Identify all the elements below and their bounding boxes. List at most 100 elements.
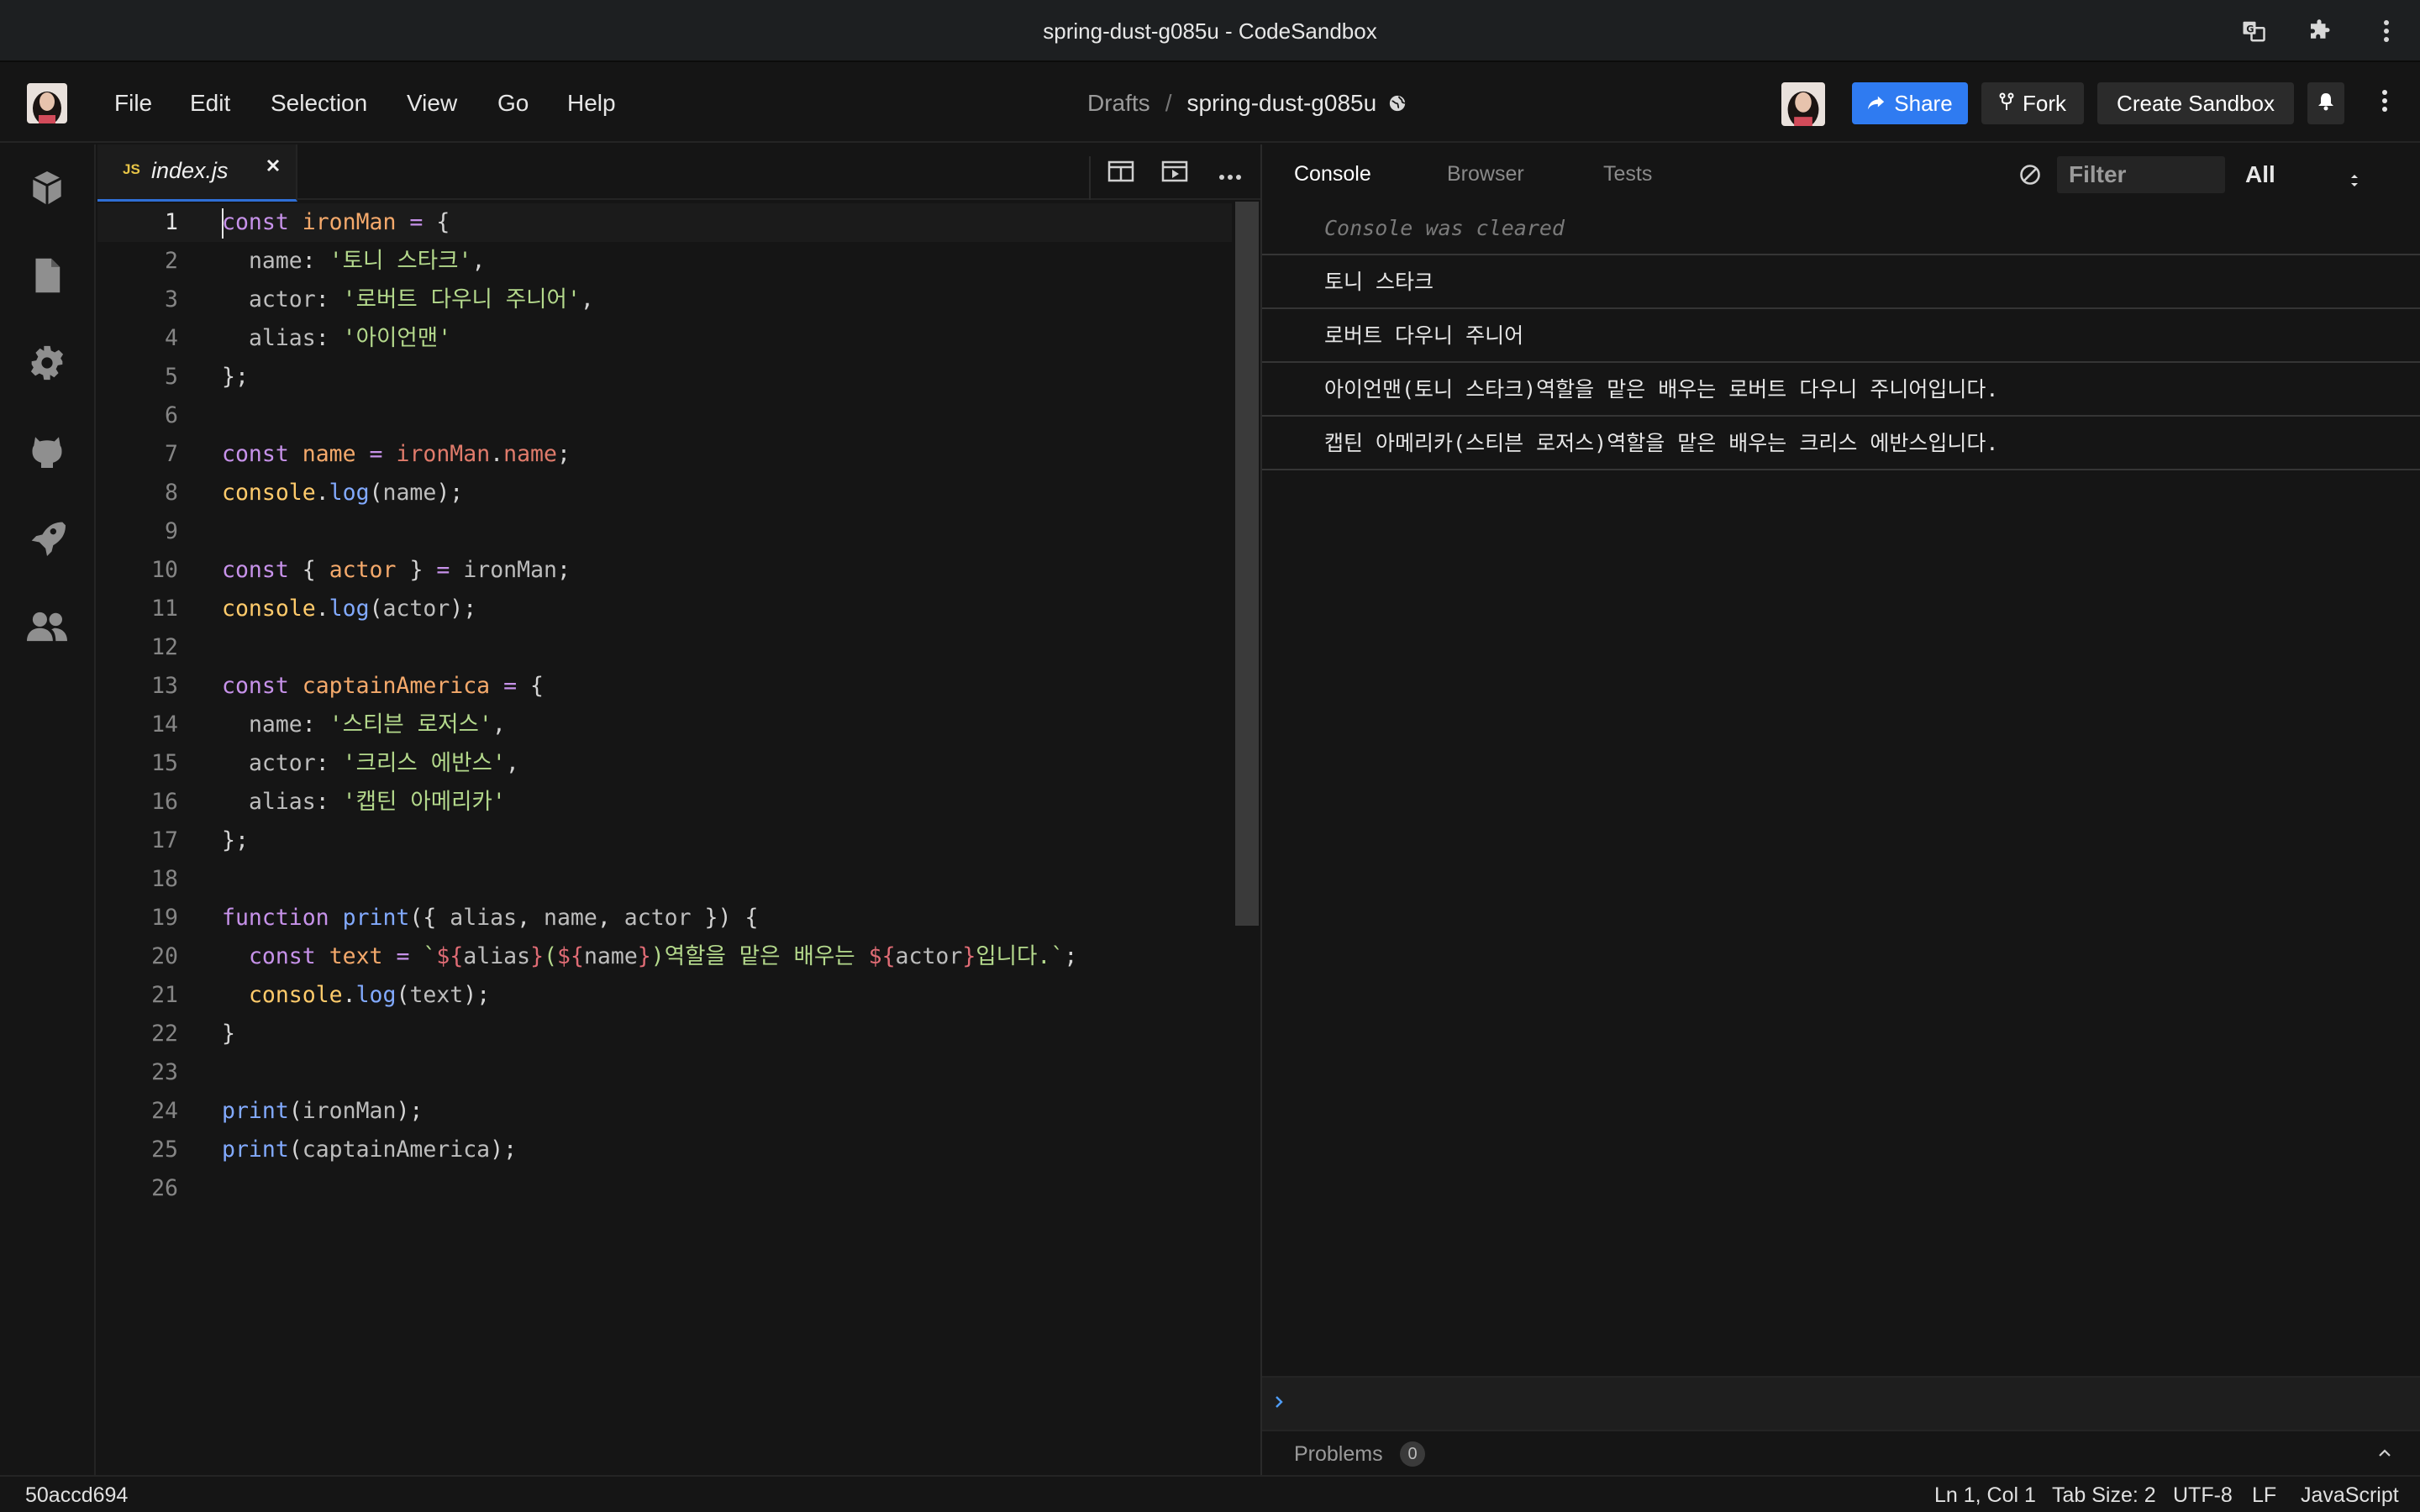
avatar[interactable]: [27, 83, 67, 123]
code-line[interactable]: 14 name: '스티븐 로저스',: [97, 706, 1232, 744]
fork-icon: [1999, 91, 2014, 117]
code-line[interactable]: 4 alias: '아이언맨': [97, 319, 1232, 358]
gear-icon[interactable]: [25, 341, 69, 385]
line-code: const captainAmerica = {: [222, 673, 544, 699]
line-code: print(ironMan);: [222, 1098, 424, 1124]
share-button[interactable]: Share: [1852, 82, 1968, 124]
preview-icon[interactable]: [1161, 160, 1188, 187]
fork-button[interactable]: Fork: [1981, 82, 2084, 124]
tab-console[interactable]: Console: [1294, 144, 1371, 203]
line-number: 25: [151, 1137, 178, 1163]
code-line[interactable]: 26: [97, 1169, 1232, 1208]
code-line[interactable]: 24 print(ironMan);: [97, 1092, 1232, 1131]
github-icon[interactable]: [25, 428, 69, 472]
console-log-row: 캡틴 아메리카(스티븐 로저스)역할을 맡은 배우는 크리스 에반스입니다.: [1262, 417, 2420, 470]
code-line[interactable]: 25 print(captainAmerica);: [97, 1131, 1232, 1169]
menu-selection[interactable]: Selection: [271, 64, 367, 143]
cursor-position[interactable]: Ln 1, Col 1: [1934, 1477, 2036, 1512]
end-of-line[interactable]: LF: [2252, 1477, 2276, 1512]
code-line[interactable]: 6: [97, 396, 1232, 435]
menu-file[interactable]: File: [114, 64, 152, 143]
code-line[interactable]: 3 actor: '로버트 다우니 주니어',: [97, 281, 1232, 319]
file-encoding[interactable]: UTF-8: [2173, 1477, 2233, 1512]
split-editor-icon[interactable]: [1107, 160, 1134, 187]
chevron-up-icon[interactable]: [2376, 1445, 2393, 1466]
menu-edit[interactable]: Edit: [190, 64, 230, 143]
tab-tests[interactable]: Tests: [1603, 144, 1652, 203]
line-number: 13: [151, 673, 178, 699]
code-line[interactable]: 20 const text = `${alias}(${name})역할을 맡은…: [97, 937, 1232, 976]
code-line[interactable]: 17};: [97, 822, 1232, 860]
more-vertical-icon: [2381, 89, 2388, 118]
line-number: 4: [165, 325, 178, 351]
editor-scrollbar[interactable]: [1235, 202, 1259, 926]
code-line[interactable]: 10 const { actor } = ironMan;: [97, 551, 1232, 590]
code-line[interactable]: 15 actor: '크리스 에반스',: [97, 744, 1232, 783]
sandbox-name[interactable]: spring-dust-g085u: [1186, 64, 1376, 143]
translate-icon[interactable]: G: [2237, 14, 2270, 48]
notifications-button[interactable]: [2307, 82, 2344, 124]
menu-go[interactable]: Go: [497, 64, 529, 143]
language-mode[interactable]: JavaScript: [2301, 1477, 2399, 1512]
code-line[interactable]: 12: [97, 628, 1232, 667]
code-line[interactable]: 9: [97, 512, 1232, 551]
line-number: 14: [151, 711, 178, 738]
create-sandbox-button[interactable]: Create Sandbox: [2097, 82, 2294, 124]
breadcrumb-folder[interactable]: Drafts: [1087, 64, 1150, 143]
file-icon[interactable]: [25, 254, 69, 297]
console-input[interactable]: [1262, 1376, 2420, 1430]
problems-count-badge: 0: [1400, 1441, 1425, 1467]
tab-index-js[interactable]: JS index.js: [97, 144, 297, 202]
log-level-select[interactable]: All: [2240, 156, 2366, 193]
tab-size[interactable]: Tab Size: 2: [2052, 1477, 2156, 1512]
commit-hash[interactable]: 50accd694: [25, 1477, 128, 1512]
line-number: 19: [151, 905, 178, 931]
close-icon[interactable]: [266, 158, 281, 177]
code-line[interactable]: 5};: [97, 358, 1232, 396]
code-line[interactable]: 19 function print({ alias, name, actor })…: [97, 899, 1232, 937]
code-line[interactable]: 23: [97, 1053, 1232, 1092]
editor-actions-divider: [1089, 156, 1091, 200]
more-options-button[interactable]: [2368, 82, 2402, 124]
code-line[interactable]: 22}: [97, 1015, 1232, 1053]
line-code: const ironMan = {: [222, 209, 450, 235]
console-log-row: 로버트 다우니 주니어: [1262, 309, 2420, 363]
cube-icon[interactable]: [25, 166, 69, 210]
code-line[interactable]: 7 const name = ironMan.name;: [97, 435, 1232, 474]
line-number: 10: [151, 557, 178, 583]
line-number: 9: [165, 518, 178, 544]
tab-browser[interactable]: Browser: [1447, 144, 1524, 203]
rocket-icon[interactable]: [25, 516, 69, 559]
code-line[interactable]: 11 console.log(actor);: [97, 590, 1232, 628]
share-label: Share: [1894, 90, 1953, 116]
code-line[interactable]: 1 const ironMan = {: [97, 203, 1232, 242]
line-code: print(captainAmerica);: [222, 1137, 518, 1163]
line-code: };: [222, 364, 249, 390]
code-line[interactable]: 8 console.log(name);: [97, 474, 1232, 512]
clear-console-icon[interactable]: [2018, 163, 2042, 191]
problems-bar[interactable]: Problems 0: [1262, 1430, 2420, 1475]
code-line[interactable]: 2 name: '토니 스타크',: [97, 242, 1232, 281]
user-avatar[interactable]: [1781, 82, 1825, 126]
line-code: const text = `${alias}(${name})역할을 맡은 배우…: [248, 943, 1078, 969]
code-line[interactable]: 13 const captainAmerica = {: [97, 667, 1232, 706]
status-bar: 50accd694 Ln 1, Col 1 Tab Size: 2 UTF-8 …: [0, 1475, 2420, 1512]
line-code: actor: '크리스 에반스',: [248, 750, 519, 776]
code-line[interactable]: 16 alias: '캡틴 아메리카': [97, 783, 1232, 822]
line-number: 11: [151, 596, 178, 622]
line-number: 17: [151, 827, 178, 853]
editor-more-icon[interactable]: [1218, 170, 1242, 185]
line-code: };: [222, 827, 249, 853]
menu-help[interactable]: Help: [567, 64, 616, 143]
code-line[interactable]: 21 console.log(text);: [97, 976, 1232, 1015]
team-icon[interactable]: [25, 605, 69, 648]
window-more-icon[interactable]: [2370, 14, 2403, 48]
console-filter-input[interactable]: Filter: [2057, 156, 2225, 193]
line-code: name: '토니 스타크',: [248, 248, 486, 274]
line-code: alias: '캡틴 아메리카': [248, 789, 506, 815]
globe-icon: [1388, 64, 1407, 143]
puzzle-extension-icon[interactable]: [2302, 14, 2336, 48]
console-log-row: 아이언맨(토니 스타크)역할을 맡은 배우는 로버트 다우니 주니어입니다.: [1262, 363, 2420, 417]
code-line[interactable]: 18: [97, 860, 1232, 899]
menu-view[interactable]: View: [407, 64, 457, 143]
